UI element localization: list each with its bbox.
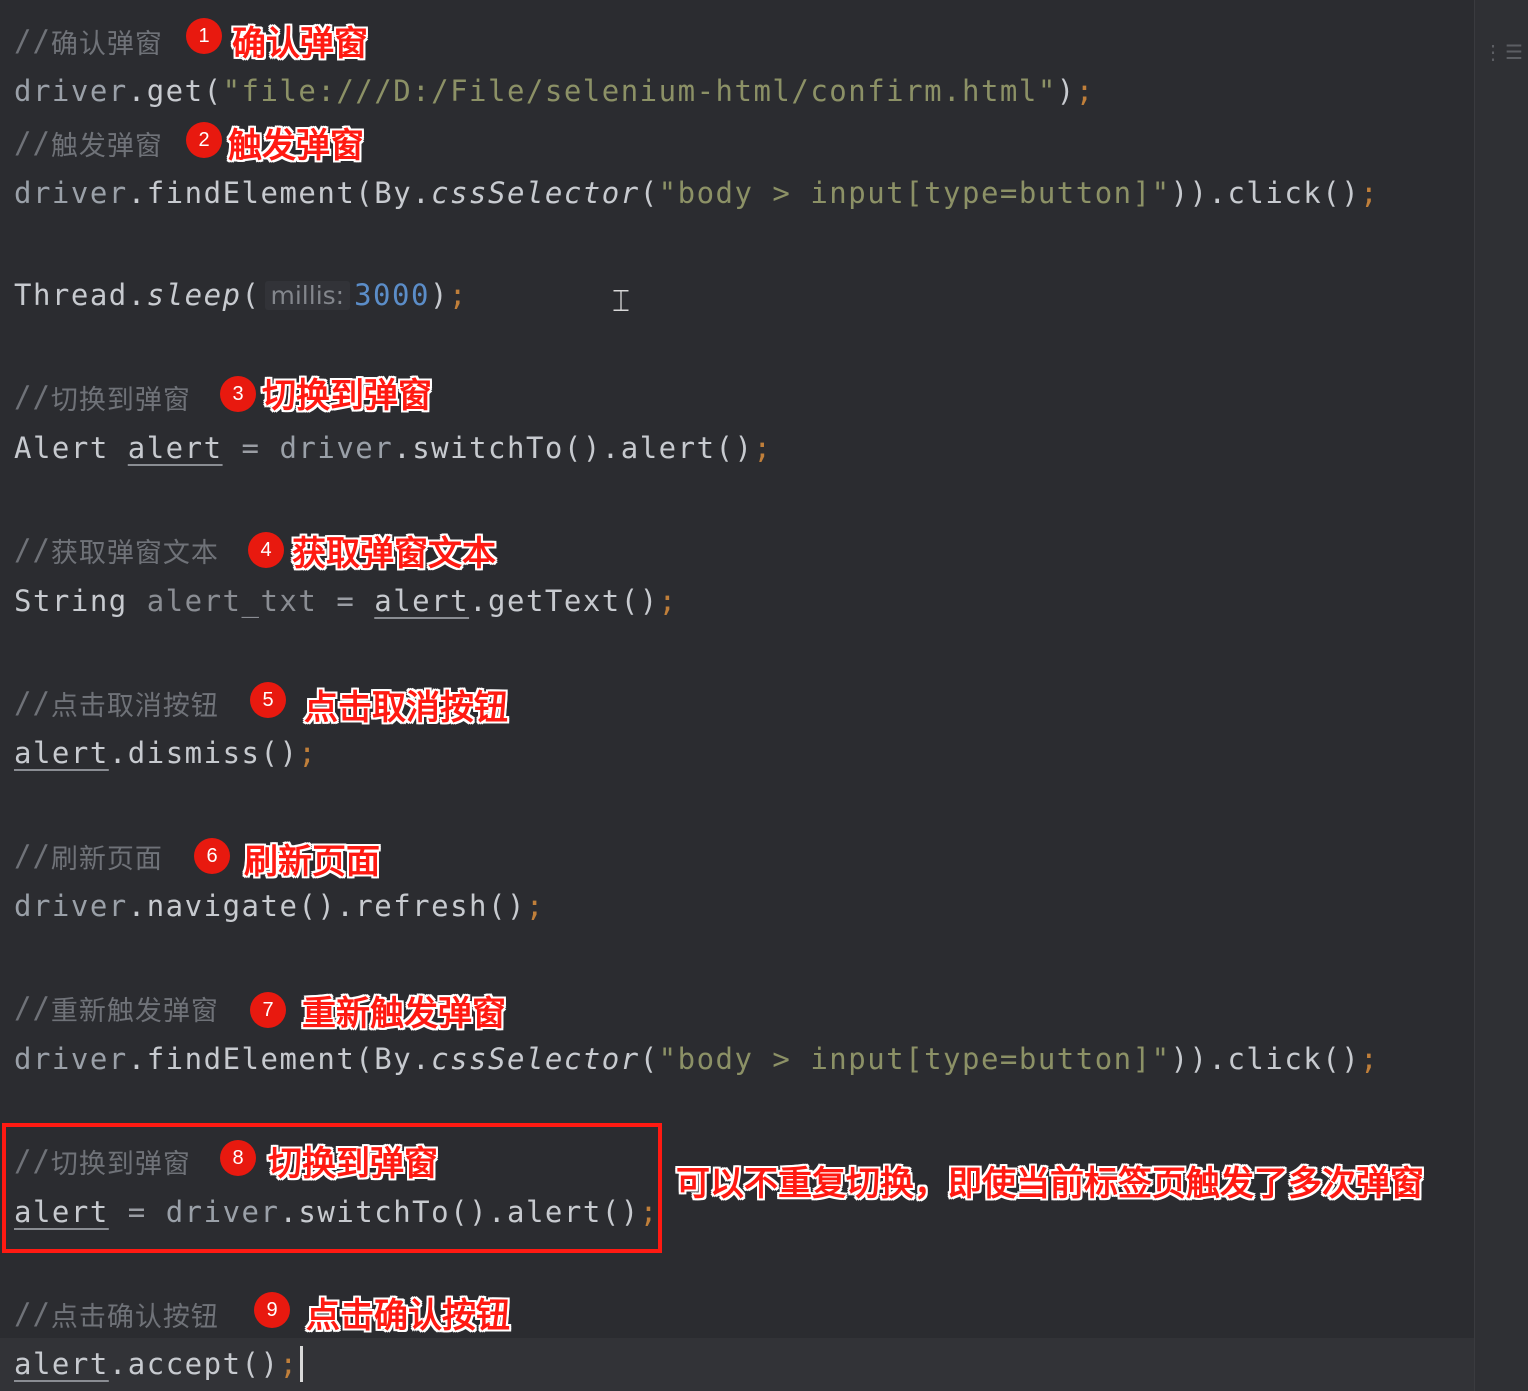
- step-badge-8: 8: [220, 1140, 256, 1176]
- comment-get-alert-text: //获取弹窗文本: [14, 533, 219, 569]
- comment-refresh-page: //刷新页面: [14, 839, 163, 875]
- code-line-dismiss[interactable]: alert .dismiss();: [14, 730, 317, 776]
- comment-trigger-popup: //触发弹窗: [14, 126, 163, 162]
- step-badge-6: 6: [194, 838, 230, 874]
- right-gutter: ⋮ ☰: [1474, 0, 1528, 1391]
- step-badge-1: 1: [186, 18, 222, 54]
- annotation-3: 切换到弹窗: [262, 376, 432, 416]
- code-line-accept[interactable]: alert .accept();: [14, 1341, 304, 1387]
- step-badge-5: 5: [250, 682, 286, 718]
- annotation-4: 获取弹窗文本: [292, 534, 496, 574]
- comment-confirm-popup: //确认弹窗: [14, 24, 163, 60]
- step-badge-2: 2: [186, 122, 222, 158]
- code-line-find-element-2[interactable]: driver .findElement(By. cssSelector("body …: [14, 1036, 1379, 1082]
- structure-icon[interactable]: ☰: [1505, 40, 1523, 64]
- comment-switch-to-alert: //切换到弹窗: [14, 380, 191, 416]
- step-badge-4: 4: [248, 532, 284, 568]
- annotation-9: 点击确认按钮: [306, 1296, 510, 1336]
- step-badge-9: 9: [254, 1292, 290, 1328]
- step-badge-7: 7: [250, 992, 286, 1028]
- annotation-7: 重新触发弹窗: [302, 994, 506, 1034]
- ibeam-cursor-icon: ⌶: [612, 284, 630, 319]
- parameter-hint: millis:: [264, 280, 351, 310]
- annotation-5: 点击取消按钮: [304, 688, 508, 728]
- code-line-alert-declare[interactable]: Alert alert = driver .switchTo().alert();: [14, 425, 772, 471]
- comment-retrigger-popup: //重新触发弹窗: [14, 991, 219, 1027]
- annotation-2: 触发弹窗: [228, 126, 364, 166]
- more-icon[interactable]: ⋮: [1483, 40, 1503, 64]
- comment-click-cancel: //点击取消按钮: [14, 686, 219, 722]
- code-line-find-element[interactable]: driver .findElement(By. cssSelector("body …: [14, 170, 1379, 216]
- code-line-thread-sleep[interactable]: Thread. sleep(millis: 3000);: [14, 272, 468, 318]
- text-caret: [300, 1346, 304, 1382]
- code-line-get-text[interactable]: String alert_txt = alert .getText();: [14, 578, 678, 624]
- code-line-refresh[interactable]: driver .navigate().refresh();: [14, 883, 545, 929]
- code-line-driver-get[interactable]: driver .get("file:///D:/File/selenium-htm…: [14, 68, 1095, 114]
- annotation-1: 确认弹窗: [232, 24, 368, 64]
- comment-click-confirm: //点击确认按钮: [14, 1297, 219, 1333]
- annotation-side-note: 可以不重复切换，即使当前标签页触发了多次弹窗: [676, 1164, 1424, 1204]
- annotation-8: 切换到弹窗: [268, 1144, 438, 1184]
- annotation-6: 刷新页面: [244, 842, 380, 882]
- step-badge-3: 3: [220, 376, 256, 412]
